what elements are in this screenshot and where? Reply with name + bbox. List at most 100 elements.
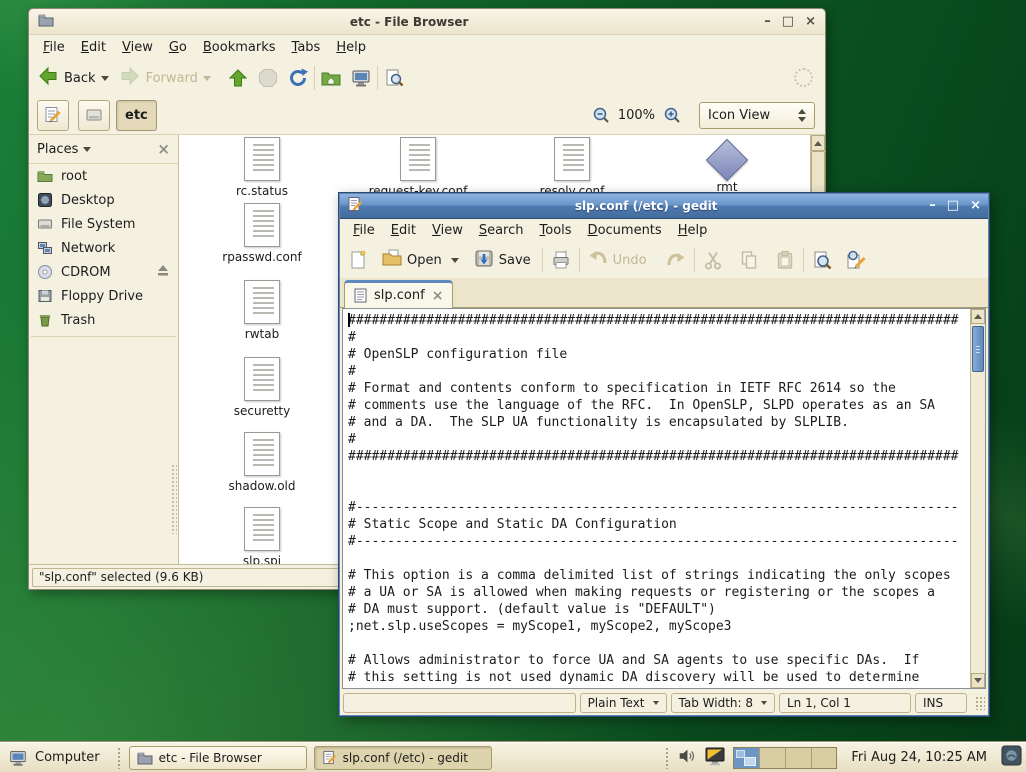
path-root-button[interactable] — [78, 100, 110, 131]
paste-button[interactable] — [774, 249, 796, 271]
menu-file[interactable]: File — [345, 220, 383, 241]
redo-button[interactable] — [665, 249, 687, 271]
editor-scrollbar[interactable] — [970, 309, 985, 688]
resize-grip[interactable] — [975, 696, 985, 710]
save-button[interactable]: Save — [473, 247, 535, 273]
clock[interactable]: Fri Aug 24, 10:25 AM — [851, 750, 987, 765]
file-item[interactable]: rmt — [652, 137, 802, 194]
sidebar-item-network[interactable]: Network — [29, 236, 178, 260]
file-browser-titlebar[interactable]: etc - File Browser – □ × — [29, 9, 825, 35]
maximize-icon[interactable]: □ — [947, 198, 959, 213]
tab-slp-conf[interactable]: slp.conf × — [344, 280, 453, 308]
workspace-4[interactable] — [811, 748, 837, 768]
editor-area[interactable]: ########################################… — [342, 308, 986, 689]
undo-button[interactable]: Undo — [587, 247, 651, 273]
eject-icon[interactable] — [156, 263, 170, 281]
menu-edit[interactable]: Edit — [73, 37, 114, 58]
scroll-up-icon[interactable] — [811, 135, 825, 151]
search-button[interactable] — [383, 67, 405, 89]
up-button[interactable] — [227, 67, 249, 89]
gedit-titlebar[interactable]: slp.conf (/etc) - gedit – □ × — [339, 193, 989, 219]
sidebar-item-root[interactable]: root — [29, 164, 178, 188]
menu-go[interactable]: Go — [161, 37, 195, 58]
zoom-in-button[interactable] — [663, 106, 681, 124]
maximize-icon[interactable]: □ — [782, 14, 794, 29]
file-item[interactable]: securetty — [187, 357, 337, 418]
menu-help[interactable]: Help — [670, 220, 716, 241]
scroll-down-icon[interactable] — [971, 673, 985, 688]
replace-button[interactable] — [845, 249, 867, 271]
places-header[interactable]: Places — [37, 142, 78, 157]
zoom-out-button[interactable] — [592, 106, 610, 124]
file-browser-toolbar: Back Forward — [29, 60, 825, 96]
sidebar-item-floppy[interactable]: Floppy Drive — [29, 284, 178, 308]
home-button[interactable] — [320, 67, 342, 89]
display-settings-icon[interactable] — [704, 745, 726, 771]
menu-help[interactable]: Help — [328, 37, 374, 58]
language-select[interactable]: Plain Text — [580, 693, 667, 713]
scrollbar-thumb[interactable] — [972, 326, 984, 372]
menu-tabs[interactable]: Tabs — [284, 37, 329, 58]
zoom-out-icon — [592, 106, 610, 124]
panel-drag-handle[interactable] — [117, 747, 122, 769]
copy-button[interactable] — [738, 249, 760, 271]
close-icon[interactable]: × — [970, 198, 981, 213]
editor-text[interactable]: ########################################… — [343, 309, 985, 689]
task-gedit[interactable]: slp.conf (/etc) - gedit — [314, 746, 492, 770]
sidebar-item-trash[interactable]: Trash — [29, 308, 178, 332]
forward-button[interactable]: Forward — [119, 65, 211, 91]
file-item[interactable]: shadow.old — [187, 432, 337, 493]
view-mode-select[interactable]: Icon View — [699, 102, 815, 129]
tab-close-icon[interactable]: × — [432, 288, 444, 304]
path-etc-button[interactable]: etc — [116, 100, 157, 131]
menu-view[interactable]: View — [114, 37, 161, 58]
file-item[interactable]: request-key.conf — [343, 137, 493, 198]
menu-tools[interactable]: Tools — [532, 220, 580, 241]
menu-search[interactable]: Search — [471, 220, 532, 241]
close-icon[interactable]: × — [805, 14, 816, 29]
show-desktop-icon[interactable] — [1001, 745, 1022, 770]
minimize-icon[interactable]: – — [929, 198, 936, 213]
task-file-browser[interactable]: etc - File Browser — [129, 746, 307, 770]
reload-button[interactable] — [287, 67, 309, 89]
new-document-icon — [347, 249, 369, 271]
sidebar-resize-handle[interactable] — [171, 464, 177, 534]
print-button[interactable] — [550, 249, 572, 271]
desktop[interactable]: etc - File Browser – □ × File Edit View … — [0, 0, 1026, 772]
menu-edit[interactable]: Edit — [383, 220, 424, 241]
sidebar-item-filesystem[interactable]: File System — [29, 212, 178, 236]
minimize-icon[interactable]: – — [764, 14, 771, 29]
computer-button[interactable] — [350, 67, 372, 89]
sidebar-item-cdrom[interactable]: CDROM — [29, 260, 178, 284]
volume-icon[interactable] — [677, 746, 697, 770]
edit-location-button[interactable] — [37, 100, 69, 131]
find-button[interactable] — [811, 249, 833, 271]
panel-drag-handle[interactable] — [665, 747, 670, 769]
workspace-1[interactable] — [734, 748, 759, 768]
places-close-icon[interactable]: × — [157, 140, 170, 158]
scroll-up-icon[interactable] — [971, 309, 985, 324]
file-item[interactable]: rc.status — [187, 137, 337, 198]
open-button[interactable]: Open — [381, 247, 459, 273]
stop-button[interactable] — [257, 67, 279, 89]
menu-file[interactable]: File — [35, 37, 73, 58]
cut-button[interactable] — [702, 249, 724, 271]
workspace-2[interactable] — [759, 748, 785, 768]
workspace-3[interactable] — [785, 748, 811, 768]
new-document-button[interactable] — [347, 249, 369, 271]
sidebar-item-desktop[interactable]: Desktop — [29, 188, 178, 212]
menu-bookmarks[interactable]: Bookmarks — [195, 37, 284, 58]
up-arrow-icon — [227, 67, 249, 89]
back-button[interactable]: Back — [37, 65, 109, 91]
places-chevron-icon[interactable] — [83, 147, 91, 152]
file-item[interactable]: rpasswd.conf — [187, 203, 337, 264]
computer-menu-button[interactable]: Computer — [4, 746, 110, 770]
sidebar-divider — [31, 336, 176, 337]
file-item[interactable]: slp.spi — [187, 507, 337, 564]
menu-view[interactable]: View — [424, 220, 471, 241]
file-item[interactable]: rwtab — [187, 280, 337, 341]
menu-documents[interactable]: Documents — [580, 220, 670, 241]
file-item[interactable]: resolv.conf — [497, 137, 647, 198]
trash-icon — [37, 312, 53, 328]
tab-width-select[interactable]: Tab Width: 8 — [671, 693, 775, 713]
